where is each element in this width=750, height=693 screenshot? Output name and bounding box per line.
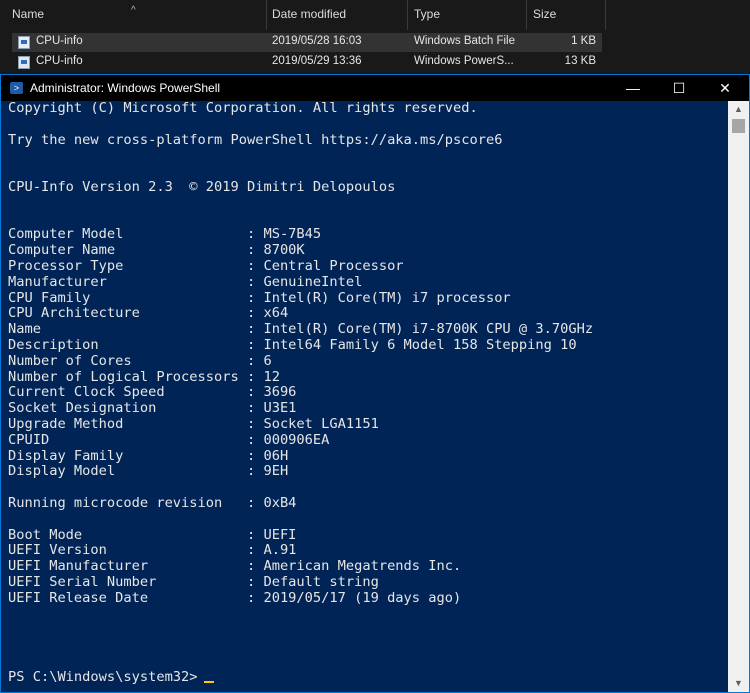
column-date-label: Date modified <box>272 7 347 21</box>
console-line: UEFI Version : A.91 <box>8 542 297 559</box>
file-name: CPU-info <box>36 35 83 47</box>
file-size: 13 KB <box>564 55 596 67</box>
console-line: Description : Intel64 Family 6 Model 158… <box>8 336 577 353</box>
console-prompt: PS C:\Windows\system32> <box>8 668 198 685</box>
console-line: Boot Mode : UEFI <box>8 526 297 543</box>
column-type-label: Type <box>414 7 441 21</box>
console-line: Computer Model : MS-7B45 <box>8 226 322 243</box>
console-line: Socket Designation : U3E1 <box>8 400 297 417</box>
console-line: UEFI Serial Number : Default string <box>8 573 379 590</box>
console-line: Copyright (C) Microsoft Corporation. All… <box>8 101 478 116</box>
vertical-scrollbar[interactable]: ▲ ▼ <box>728 101 749 692</box>
console-line: CPU Family : Intel(R) Core(TM) i7 proces… <box>8 289 511 306</box>
powershell-window: > Administrator: Windows PowerShell — ☐ … <box>0 74 750 693</box>
file-date: 2019/05/28 16:03 <box>272 35 362 47</box>
column-header-type[interactable]: Type <box>408 0 527 30</box>
maximize-button[interactable]: ☐ <box>656 75 702 101</box>
console-line: Name : Intel(R) Core(TM) i7-8700K CPU @ … <box>8 321 594 338</box>
file-name: CPU-info <box>36 55 83 67</box>
text-cursor <box>203 680 214 683</box>
console-line: Number of Logical Processors : 12 <box>8 368 280 385</box>
column-size-label: Size <box>533 7 557 21</box>
file-size: 1 KB <box>571 35 596 47</box>
console-line: Computer Name : 8700K <box>8 242 305 259</box>
file-date: 2019/05/29 13:36 <box>272 55 362 67</box>
console-prompt-line[interactable]: PS C:\Windows\system32> <box>8 668 723 686</box>
console-line: Display Family : 06H <box>8 447 289 464</box>
window-title: Administrator: Windows PowerShell <box>30 81 221 95</box>
powershell-file-icon <box>18 56 30 69</box>
console-line: Try the new cross-platform PowerShell ht… <box>8 131 503 148</box>
column-header-name[interactable]: Name ^ <box>0 0 267 30</box>
console-line: CPUID : 000906EA <box>8 431 330 448</box>
column-header-date[interactable]: Date modified <box>266 0 408 30</box>
console-line: Running microcode revision : 0xB4 <box>8 494 297 511</box>
console-line: CPU Architecture : x64 <box>8 305 289 322</box>
console-line: Number of Cores : 6 <box>8 352 272 369</box>
scroll-up-icon[interactable]: ▲ <box>728 101 749 118</box>
column-name-label: Name <box>12 7 45 21</box>
file-explorer-list: Name ^ Date modified Type Size CPU-info … <box>0 0 750 74</box>
console-line: CPU-Info Version 2.3 © 2019 Dimitri Delo… <box>8 178 396 195</box>
scroll-down-icon[interactable]: ▼ <box>728 675 749 692</box>
console-line: UEFI Manufacturer : American Megatrends … <box>8 558 462 575</box>
powershell-icon: > <box>10 82 23 94</box>
scrollbar-thumb[interactable] <box>732 119 745 133</box>
console-line: UEFI Release Date : 2019/05/17 (19 days … <box>8 589 462 606</box>
file-type: Windows Batch File <box>414 35 515 47</box>
minimize-button[interactable]: — <box>610 75 656 101</box>
title-bar[interactable]: > Administrator: Windows PowerShell — ☐ … <box>1 75 749 101</box>
batch-file-icon <box>18 36 30 49</box>
console-output[interactable]: Copyright (C) Microsoft Corporation. All… <box>8 101 723 692</box>
console-line: Manufacturer : GenuineIntel <box>8 273 363 290</box>
column-header-size[interactable]: Size <box>527 0 606 30</box>
file-row-batch[interactable]: CPU-info 2019/05/28 16:03 Windows Batch … <box>12 33 602 52</box>
console-line: Display Model : 9EH <box>8 463 289 480</box>
console-line: Upgrade Method : Socket LGA1151 <box>8 415 379 432</box>
sort-ascending-icon: ^ <box>131 5 136 16</box>
file-type: Windows PowerS... <box>414 55 514 67</box>
file-row-powershell[interactable]: CPU-info 2019/05/29 13:36 Windows PowerS… <box>12 53 602 72</box>
console-line: Current Clock Speed : 3696 <box>8 384 297 401</box>
close-button[interactable]: ✕ <box>702 75 748 101</box>
console-line: Processor Type : Central Processor <box>8 257 404 274</box>
